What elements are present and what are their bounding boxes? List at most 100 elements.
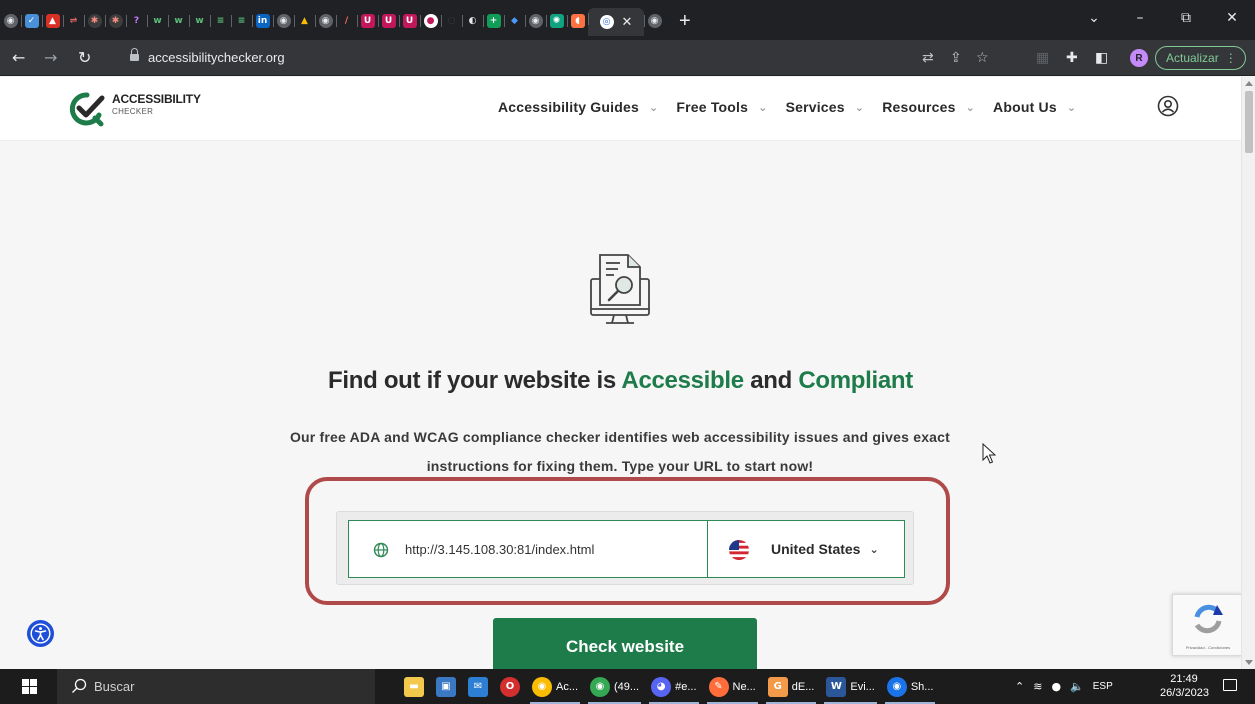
tab-search-icon[interactable]: ⌄ (1071, 10, 1117, 26)
browser-tab[interactable]: w (189, 10, 210, 32)
nav-item[interactable]: Accessibility Guides ⌄ (498, 99, 658, 115)
check-website-button[interactable]: Check website (493, 618, 757, 669)
nav-item[interactable]: Services ⌄ (786, 99, 865, 115)
minimize-button[interactable]: – (1117, 10, 1163, 26)
extensions-puzzle-icon[interactable]: ✚ (1066, 49, 1078, 67)
mail-app[interactable]: ✉ (462, 669, 494, 704)
browser-tab[interactable]: ◉ (315, 10, 336, 32)
back-button[interactable]: ← (12, 48, 25, 68)
browser-tab[interactable]: ◉ (0, 10, 21, 32)
forward-button[interactable]: → (44, 48, 57, 68)
scroll-up-arrow[interactable] (1245, 81, 1253, 86)
browser-tab[interactable]: ? (126, 10, 147, 32)
notifications-icon[interactable] (1223, 679, 1237, 691)
side-panel-icon[interactable]: ◧ (1095, 49, 1108, 67)
opera-app[interactable]: O (494, 669, 526, 704)
browser-tab[interactable]: ○ (441, 10, 462, 32)
nav-item[interactable]: About Us ⌄ (993, 99, 1076, 115)
nav-item-label: Accessibility Guides (498, 99, 639, 115)
browser-tab[interactable]: ≡ (231, 10, 252, 32)
nav-item[interactable]: Resources ⌄ (882, 99, 975, 115)
taskbar-app-label: Sh... (910, 680, 934, 693)
browser-tab[interactable]: + (483, 10, 504, 32)
chevron-down-icon: ⌄ (758, 100, 768, 114)
close-window-button[interactable]: ✕ (1209, 10, 1255, 26)
microphone-icon[interactable]: ● (1051, 680, 1061, 693)
browser-tab[interactable]: ≡ (210, 10, 231, 32)
chrome-app-1[interactable]: ◉ Ac... (526, 669, 584, 704)
pdf-app[interactable]: GdE... (762, 669, 821, 704)
browser-tab[interactable]: ▲ (42, 10, 63, 32)
menu-dots-icon[interactable]: ⋮ (1225, 51, 1237, 65)
restore-button[interactable]: ⧉ (1163, 10, 1209, 26)
browser-tab[interactable]: ◆ (504, 10, 525, 32)
new-tab-button[interactable]: + (679, 11, 691, 31)
website-url-input[interactable] (405, 538, 705, 560)
translate-icon[interactable]: ⇄ (922, 49, 934, 67)
browser-tab[interactable]: in (252, 10, 273, 32)
tray-expand-icon[interactable]: ⌃ (1015, 680, 1024, 693)
reload-button[interactable]: ↻ (78, 48, 91, 68)
taskbar-apps: ▬ ▣ ✉ O ◉ Ac... ◉ (49... ◕ #e... ✎ Ne... GdE... W Evi.… (398, 669, 939, 704)
browser-tab[interactable]: ▲ (294, 10, 315, 32)
windows-start-icon[interactable] (22, 679, 37, 694)
chrome-app-1-icon: ◉ (532, 676, 552, 697)
account-icon[interactable] (1157, 95, 1179, 117)
store-app[interactable]: ▣ (430, 669, 462, 704)
language-indicator[interactable]: ESP (1093, 681, 1113, 692)
browser-tab[interactable]: ● (420, 10, 441, 32)
browser-tab[interactable]: ◉ (525, 10, 546, 32)
browser-tab[interactable]: ◐ (462, 10, 483, 32)
word-app[interactable]: W Evi... (820, 669, 880, 704)
update-chrome-button[interactable]: Actualizar ⋮ (1155, 46, 1246, 70)
file-explorer-app[interactable]: ▬ (398, 669, 430, 704)
taskbar-search[interactable]: Buscar (57, 669, 375, 704)
browser-tab[interactable]: U (357, 10, 378, 32)
notes-app[interactable]: ✎ Ne... (703, 669, 762, 704)
orange-tab-icon: ◖ (570, 14, 585, 28)
page-scrollbar[interactable] (1241, 77, 1255, 669)
browser-tab[interactable]: U (378, 10, 399, 32)
lock-icon[interactable] (130, 48, 139, 62)
browser-tab[interactable]: ✺ (546, 10, 567, 32)
browser-tab[interactable]: ◖ (567, 10, 588, 32)
recaptcha-terms[interactable]: Privacidad - Condiciones (1176, 645, 1240, 650)
chrome-app-2[interactable]: ◉ (49... (584, 669, 645, 704)
scroll-thumb[interactable] (1245, 91, 1253, 153)
country-select[interactable]: United States ⌄ (771, 541, 879, 557)
extension-icon[interactable]: ▦ (1036, 49, 1049, 67)
address-bar[interactable]: accessibilitychecker.org (104, 45, 1018, 71)
browser-tab[interactable]: ◉ (273, 10, 294, 32)
active-browser-tab[interactable]: ◎ ✕ (588, 8, 644, 36)
dumbbell-tab-icon: ⇌ (66, 14, 81, 28)
close-tab-icon[interactable]: ✕ (622, 14, 633, 30)
network-icon[interactable]: ≋ (1033, 680, 1042, 693)
profile-avatar[interactable]: R (1130, 49, 1148, 67)
browser-tab[interactable]: w (168, 10, 189, 32)
browser-tab[interactable]: U (399, 10, 420, 32)
browser-tab[interactable]: ⇌ (63, 10, 84, 32)
site-logo[interactable]: ACCESSIBILITY CHECKER (68, 90, 218, 130)
scroll-down-arrow[interactable] (1245, 660, 1253, 665)
bookmark-star-icon[interactable]: ☆ (976, 49, 989, 67)
recaptcha-badge[interactable]: Privacidad - Condiciones (1172, 594, 1241, 656)
browser-tab[interactable]: ✱ (105, 10, 126, 32)
volume-icon[interactable]: 🔈 (1070, 680, 1084, 693)
address-url[interactable]: accessibilitychecker.org (148, 50, 285, 65)
browser-tab[interactable]: ◉ (644, 10, 665, 32)
pdf-app-icon: G (767, 676, 788, 697)
chromium-app[interactable]: ◉ Sh... (881, 669, 940, 704)
taskbar-clock[interactable]: 21:49 26/3/2023 (1160, 672, 1209, 700)
browser-tab[interactable]: ✱ (84, 10, 105, 32)
w-tab-icon-2: w (171, 14, 186, 28)
share-icon[interactable]: ⇪ (950, 49, 962, 67)
accessibility-widget-button[interactable] (27, 620, 54, 647)
discord-app[interactable]: ◕ #e... (645, 669, 702, 704)
browser-tab[interactable]: ✓ (21, 10, 42, 32)
us-flag-icon[interactable] (729, 540, 749, 560)
browser-tab[interactable]: / (336, 10, 357, 32)
nav-item[interactable]: Free Tools ⌄ (676, 99, 767, 115)
file-explorer-app-icon: ▬ (404, 676, 424, 697)
active-tab-favicon-icon: ◎ (599, 15, 614, 29)
browser-tab[interactable]: w (147, 10, 168, 32)
